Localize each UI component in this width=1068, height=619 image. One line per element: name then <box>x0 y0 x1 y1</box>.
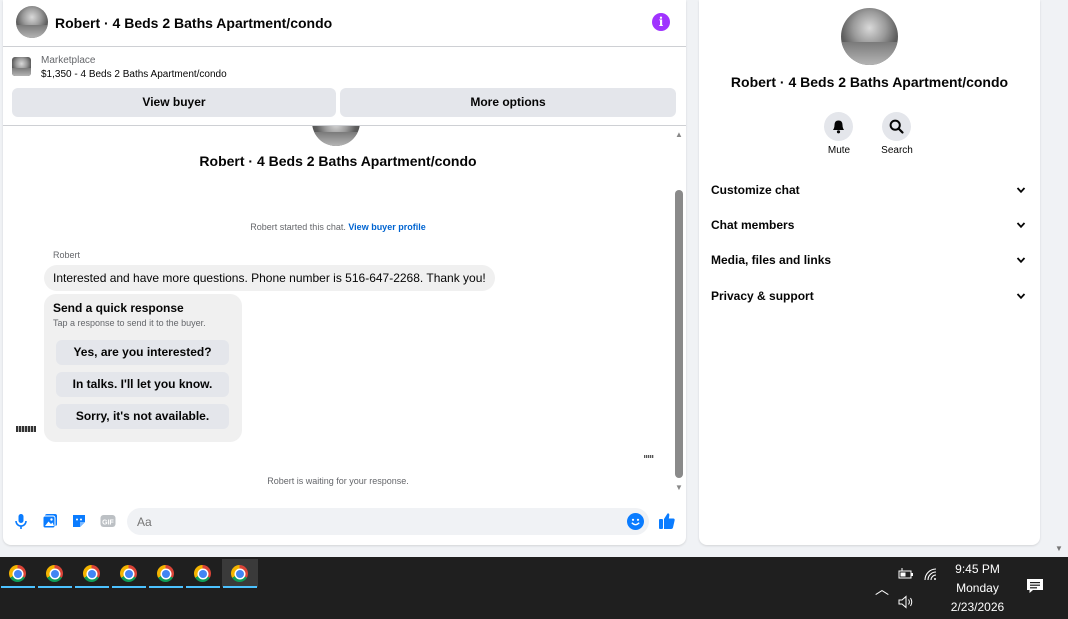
waiting-notice: Robert is waiting for your response. <box>267 476 409 486</box>
clock-day[interactable]: Monday <box>940 581 1015 595</box>
mute-button[interactable] <box>824 112 853 141</box>
chevron-down-icon <box>1016 257 1026 264</box>
taskbar-chrome-icon[interactable] <box>185 559 221 588</box>
chat-header: Robert · 4 Beds 2 Baths Apartment/condo … <box>3 0 686 47</box>
chat-title[interactable]: Robert · 4 Beds 2 Baths Apartment/condo <box>55 15 332 31</box>
view-buyer-button[interactable]: View buyer <box>12 88 336 117</box>
microphone-icon[interactable] <box>12 512 30 530</box>
taskbar-chrome-icon[interactable] <box>37 559 73 588</box>
section-customize-chat[interactable]: Customize chat <box>699 175 1040 205</box>
info-icon[interactable]: i <box>652 13 670 31</box>
page-scroll-down-arrow-icon[interactable]: ▼ <box>1055 544 1065 553</box>
section-media-files-links[interactable]: Media, files and links <box>699 245 1040 275</box>
scroll-down-arrow-icon[interactable]: ▼ <box>673 483 685 492</box>
chevron-down-icon <box>1016 222 1026 229</box>
conversation-title: Robert · 4 Beds 2 Baths Apartment/condo <box>199 153 477 169</box>
section-label: Chat members <box>711 218 795 232</box>
details-avatar[interactable] <box>841 8 898 65</box>
clock-time[interactable]: 9:45 PM <box>940 562 1015 576</box>
chevron-down-icon <box>1016 293 1026 300</box>
more-options-button[interactable]: More options <box>340 88 676 117</box>
sender-avatar <box>16 426 36 432</box>
chat-details-panel: Robert · 4 Beds 2 Baths Apartment/condo … <box>699 0 1040 545</box>
section-chat-members[interactable]: Chat members <box>699 210 1040 240</box>
search-button[interactable] <box>882 112 911 141</box>
emoji-icon[interactable] <box>627 513 644 530</box>
chat-avatar[interactable] <box>16 6 48 38</box>
svg-text:GIF: GIF <box>102 519 114 526</box>
incoming-message[interactable]: Interested and have more questions. Phon… <box>44 265 495 291</box>
message-input[interactable] <box>127 508 649 535</box>
mute-label: Mute <box>827 145 851 156</box>
quick-response-subtitle: Tap a response to send it to the buyer. <box>53 318 206 328</box>
volume-icon[interactable] <box>898 595 914 609</box>
quick-response-title: Send a quick response <box>53 301 184 315</box>
details-title: Robert · 4 Beds 2 Baths Apartment/condo <box>730 74 1009 90</box>
view-buyer-profile-link[interactable]: View buyer profile <box>348 222 425 232</box>
quick-response-card: Send a quick response Tap a response to … <box>44 294 242 442</box>
battery-icon[interactable] <box>898 567 914 579</box>
taskbar: ︿ 9:45 PM Monday 2/23/2026 <box>0 557 1068 619</box>
listing-thumbnail[interactable] <box>12 57 31 76</box>
scrollbar-thumb[interactable] <box>675 190 683 478</box>
scroll-up-arrow-icon[interactable]: ▲ <box>673 130 685 139</box>
search-label: Search <box>881 145 913 156</box>
wifi-icon[interactable] <box>923 567 939 581</box>
section-label: Customize chat <box>711 183 800 197</box>
quick-response-button[interactable]: Sorry, it's not available. <box>56 404 229 429</box>
taskbar-chrome-icon[interactable] <box>111 559 147 588</box>
sticker-icon[interactable] <box>70 512 88 530</box>
gif-icon[interactable]: GIF <box>99 512 117 530</box>
quick-response-button[interactable]: In talks. I'll let you know. <box>56 372 229 397</box>
clock-date[interactable]: 2/23/2026 <box>940 600 1015 614</box>
listing-detail[interactable]: $1,350 - 4 Beds 2 Baths Apartment/condo <box>41 69 227 80</box>
taskbar-chrome-icon[interactable] <box>0 559 36 588</box>
quick-response-button[interactable]: Yes, are you interested? <box>56 340 229 365</box>
conversation-avatar <box>312 126 360 146</box>
chat-started-notice: Robert started this chat. View buyer pro… <box>3 222 673 232</box>
notification-icon[interactable] <box>1026 578 1044 594</box>
seen-indicator <box>644 455 654 458</box>
chevron-up-icon[interactable]: ︿ <box>875 579 889 599</box>
photo-icon[interactable] <box>41 512 59 530</box>
taskbar-chrome-icon[interactable] <box>148 559 184 588</box>
taskbar-chrome-icon-active[interactable] <box>222 559 258 588</box>
chat-panel: Robert · 4 Beds 2 Baths Apartment/condo … <box>3 0 686 545</box>
search-icon <box>889 119 904 134</box>
taskbar-chrome-icon[interactable] <box>74 559 110 588</box>
sender-name: Robert <box>53 250 81 260</box>
section-label: Media, files and links <box>711 253 832 267</box>
section-privacy-support[interactable]: Privacy & support <box>699 281 1040 311</box>
chat-started-text: Robert started this chat. <box>250 222 346 232</box>
chevron-down-icon <box>1016 187 1026 194</box>
marketplace-label: Marketplace <box>41 55 96 66</box>
thumbs-up-icon[interactable] <box>657 511 677 531</box>
section-label: Privacy & support <box>711 289 814 303</box>
bell-icon <box>833 120 844 134</box>
message-list[interactable]: Robert · 4 Beds 2 Baths Apartment/condo … <box>3 126 673 496</box>
